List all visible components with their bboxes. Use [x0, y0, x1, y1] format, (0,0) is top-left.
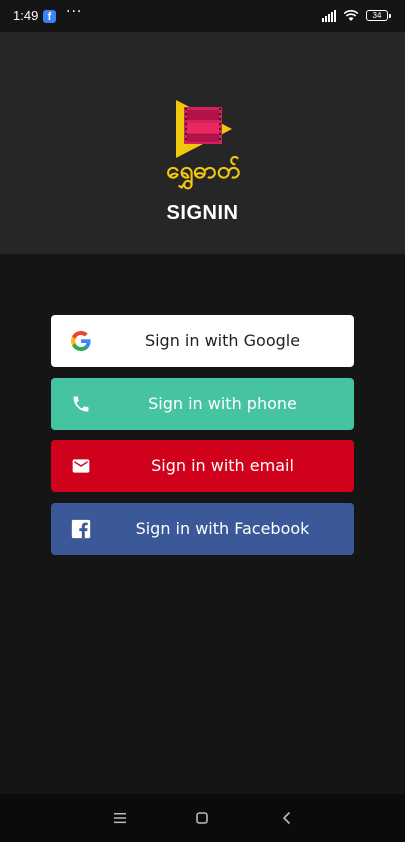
menu-icon[interactable] — [110, 808, 130, 828]
app-logo: ရွှေဓာတ် — [166, 100, 240, 190]
signin-screen: 1:49 f ··· 34 ရွှေဓာတ် SIGNIN Sign in wi… — [0, 0, 405, 842]
phone-icon — [73, 396, 89, 412]
facebook-notification-icon: f — [43, 10, 56, 23]
header: ရွှေဓာတ် SIGNIN — [0, 32, 405, 254]
status-bar: 1:49 f ··· 34 — [0, 0, 405, 32]
home-icon[interactable] — [192, 808, 212, 828]
back-icon[interactable] — [277, 808, 297, 828]
logo-text: ရွှေဓာတ် — [166, 155, 240, 190]
email-signin-button[interactable]: Sign in with email — [51, 440, 354, 492]
phone-signin-label: Sign in with phone — [148, 394, 297, 413]
email-signin-label: Sign in with email — [151, 456, 294, 475]
page-title: SIGNIN — [166, 202, 239, 224]
status-time: 1:49 — [13, 8, 39, 23]
system-nav-bar — [0, 794, 405, 842]
facebook-signin-label: Sign in with Facebook — [135, 519, 310, 538]
more-notifications-indicator: ··· — [66, 4, 83, 20]
facebook-signin-button[interactable]: Sign in with Facebook — [51, 503, 354, 555]
google-signin-button[interactable]: Sign in with Google — [51, 315, 354, 367]
google-icon — [71, 331, 91, 351]
google-signin-label: Sign in with Google — [144, 331, 301, 350]
email-icon — [72, 459, 90, 473]
phone-signin-button[interactable]: Sign in with phone — [51, 378, 354, 430]
battery-icon: 34 — [366, 10, 391, 21]
facebook-icon — [71, 519, 91, 539]
signal-icon — [322, 10, 336, 22]
wifi-icon — [343, 10, 359, 21]
